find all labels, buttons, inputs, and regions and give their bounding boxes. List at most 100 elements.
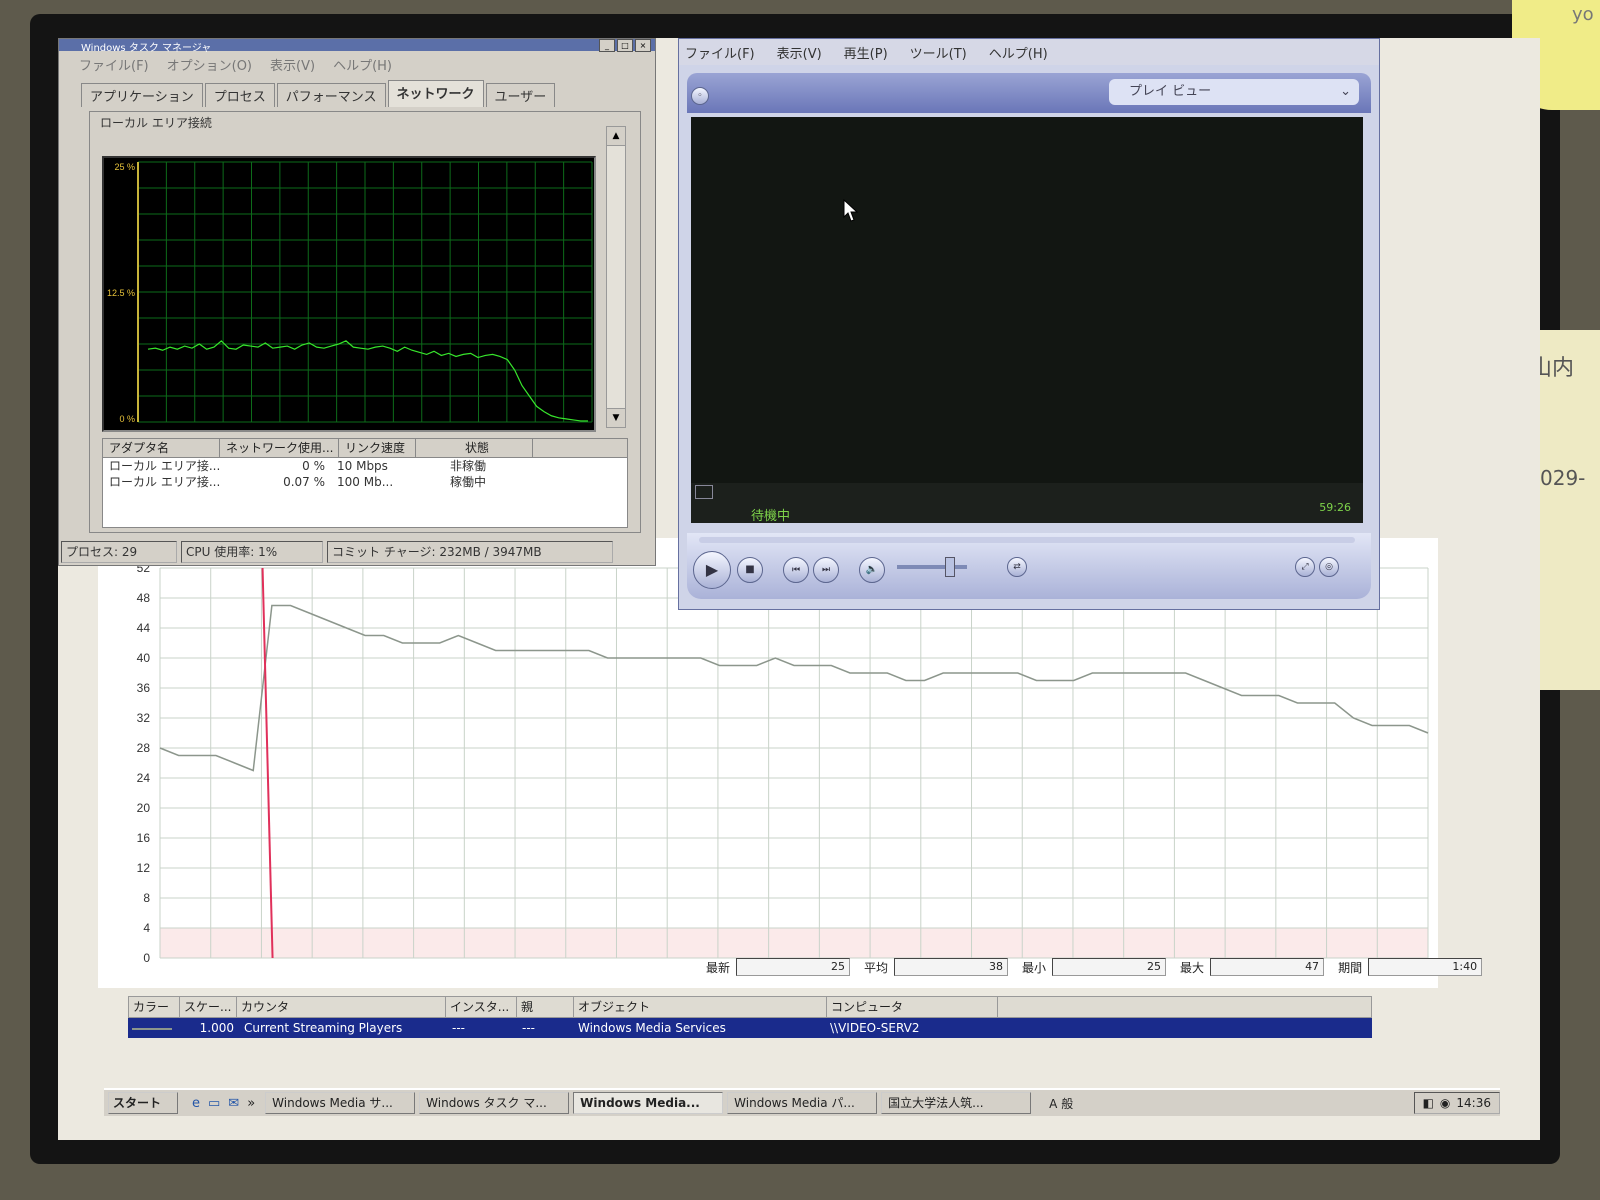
tab-users[interactable]: ユーザー: [485, 83, 556, 107]
col-parent[interactable]: 親: [517, 997, 574, 1017]
collapse-icon[interactable]: ◦: [691, 87, 709, 105]
desktop-icon[interactable]: ▭: [208, 1096, 220, 1111]
menu-file[interactable]: ファイル(F): [79, 55, 149, 74]
tab-applications[interactable]: アプリケーション: [81, 83, 203, 107]
net-y-label: 12.5 %: [107, 288, 135, 298]
counter-scale: 1.000: [199, 1021, 234, 1035]
wmp-menu-help[interactable]: ヘルプ(H): [989, 43, 1048, 62]
start-button[interactable]: スタート: [108, 1092, 178, 1114]
start-label: スタート: [113, 1096, 162, 1110]
y-tick-label: 12: [137, 861, 151, 875]
ie-icon[interactable]: e: [192, 1096, 200, 1111]
outlook-icon[interactable]: ✉: [228, 1096, 239, 1111]
maximize-button[interactable]: □: [617, 39, 633, 52]
col-network-usage[interactable]: ネットワーク使用...: [220, 439, 339, 457]
tm-titlebar[interactable]: Windows タスク マネージャ _ □ ×: [59, 39, 655, 54]
stat-label: 平均: [864, 960, 889, 975]
seek-bar[interactable]: [699, 537, 1355, 543]
taskbar-task-browser[interactable]: 国立大学法人筑...: [881, 1092, 1032, 1114]
col-counter[interactable]: カウンタ: [237, 997, 446, 1017]
y-tick-label: 48: [137, 591, 151, 605]
y-tick-label: 36: [137, 681, 151, 695]
eq-icon[interactable]: ◎: [1319, 557, 1339, 577]
col-color[interactable]: カラー: [129, 997, 180, 1017]
chevron-down-icon: ⌄: [1340, 84, 1351, 99]
counter-row[interactable]: 1.000 Current Streaming Players --- --- …: [128, 1018, 1372, 1038]
network-panel: ローカル エリア接続 25 % 12.5 % 0 % ▲ ▼ アダプタ名 ネットワー…: [89, 111, 641, 533]
net-y-label: 25 %: [114, 162, 135, 172]
quick-launch: e ▭ ✉ »: [192, 1096, 255, 1111]
menu-options[interactable]: オプション(O): [167, 55, 252, 74]
scroll-down-icon[interactable]: ▼: [607, 408, 625, 427]
taskbar-task-taskmgr[interactable]: Windows タスク マ...: [419, 1092, 570, 1114]
perf-stats: 最新 25 平均 38 最小 25 最大 47 期間 1:40: [698, 956, 1483, 978]
stat-value: 25: [736, 958, 851, 976]
y-tick-label: 4: [143, 921, 150, 935]
stop-button[interactable]: ■: [737, 557, 763, 583]
video-area[interactable]: [691, 117, 1363, 483]
counter-header: カラー スケー... カウンタ インスタ... 親 オブジェクト コンピュータ: [128, 996, 1372, 1018]
wmp-menu-tools[interactable]: ツール(T): [910, 43, 967, 62]
volume-slider[interactable]: [897, 565, 967, 569]
tm-tabs: アプリケーション プロセス パフォーマンス ネットワーク ユーザー: [59, 80, 655, 107]
taskbar-task-wms[interactable]: Windows Media サ...: [265, 1092, 416, 1114]
minimize-button[interactable]: _: [599, 39, 615, 52]
col-scale[interactable]: スケー...: [180, 997, 237, 1017]
tm-statusbar: プロセス: 29 CPU 使用率: 1% コミット チャージ: 232MB / …: [61, 541, 653, 563]
stat-label: 期間: [1338, 960, 1363, 975]
info-toggle-icon[interactable]: [695, 485, 713, 499]
previous-button[interactable]: ⏮: [783, 557, 809, 583]
volume-knob[interactable]: [945, 557, 955, 577]
panel-scrollbar[interactable]: ▲ ▼: [606, 126, 626, 428]
network-tray-icon[interactable]: ◧: [1423, 1093, 1434, 1113]
adapter-speed: 100 Mb...: [337, 475, 394, 489]
tm-title: Windows タスク マネージャ: [81, 43, 212, 54]
more-icon[interactable]: »: [247, 1096, 255, 1111]
adapter-list: アダプタ名 ネットワーク使用... リンク速度 状態 ローカル エリア接... …: [102, 438, 628, 528]
note-text: yo: [1572, 4, 1594, 25]
col-link-speed[interactable]: リンク速度: [339, 439, 416, 457]
menu-view[interactable]: 表示(V): [270, 55, 315, 74]
close-button[interactable]: ×: [635, 39, 651, 52]
fullscreen-icon[interactable]: ⤢: [1295, 557, 1315, 577]
counter-parent: ---: [522, 1021, 535, 1035]
adapter-state: 非稼働: [449, 459, 486, 473]
adapter-row[interactable]: ローカル エリア接... 0.07 % 100 Mb... 稼働中: [103, 474, 627, 490]
note-line-2: 029-: [1540, 466, 1586, 490]
adapter-name: ローカル エリア接...: [109, 475, 221, 489]
counter-table: カラー スケー... カウンタ インスタ... 親 オブジェクト コンピュータ …: [128, 996, 1372, 1040]
tab-processes[interactable]: プロセス: [204, 83, 275, 107]
col-state[interactable]: 状態: [416, 439, 533, 457]
tab-network[interactable]: ネットワーク: [387, 80, 484, 107]
col-object[interactable]: オブジェクト: [574, 997, 827, 1017]
view-select[interactable]: プレイ ビュー ⌄: [1109, 79, 1359, 105]
menu-help[interactable]: ヘルプ(H): [333, 55, 392, 74]
stat-value: 25: [1052, 958, 1167, 976]
col-adapter-name[interactable]: アダプタ名: [103, 439, 220, 457]
volume-tray-icon[interactable]: ◉: [1440, 1093, 1450, 1113]
scroll-up-icon[interactable]: ▲: [607, 127, 625, 146]
mute-button[interactable]: 🔈: [859, 557, 885, 583]
net-y-label: 0 %: [119, 414, 135, 424]
view-select-label: プレイ ビュー: [1129, 84, 1212, 99]
stat-label: 最新: [706, 960, 731, 975]
ime-indicator[interactable]: A 般: [1049, 1095, 1073, 1112]
wmp-menu-view[interactable]: 表示(V): [777, 43, 822, 62]
clock[interactable]: 14:36: [1456, 1093, 1491, 1113]
shuffle-icon[interactable]: ⇄: [1007, 557, 1027, 577]
counter-color-swatch: [128, 1018, 178, 1038]
col-instance[interactable]: インスタ...: [446, 997, 517, 1017]
wmp-menu-file[interactable]: ファイル(F): [685, 43, 755, 62]
col-computer[interactable]: コンピュータ: [827, 997, 998, 1017]
taskbar-task-perf[interactable]: Windows Media パ...: [727, 1092, 878, 1114]
adapter-name: ローカル エリア接...: [109, 459, 221, 473]
next-button[interactable]: ⏭: [813, 557, 839, 583]
playback-status: 待機中: [751, 509, 791, 524]
tab-performance[interactable]: パフォーマンス: [276, 83, 386, 107]
taskbar-task-wmp[interactable]: Windows Media...: [573, 1092, 724, 1114]
adapter-row[interactable]: ローカル エリア接... 0 % 10 Mbps 非稼働: [103, 458, 627, 474]
play-button[interactable]: ▶: [693, 551, 731, 589]
y-tick-label: 0: [143, 951, 150, 965]
wmp-menu-play[interactable]: 再生(P): [844, 43, 888, 62]
system-tray: ◧ ◉ 14:36: [1413, 1092, 1500, 1114]
